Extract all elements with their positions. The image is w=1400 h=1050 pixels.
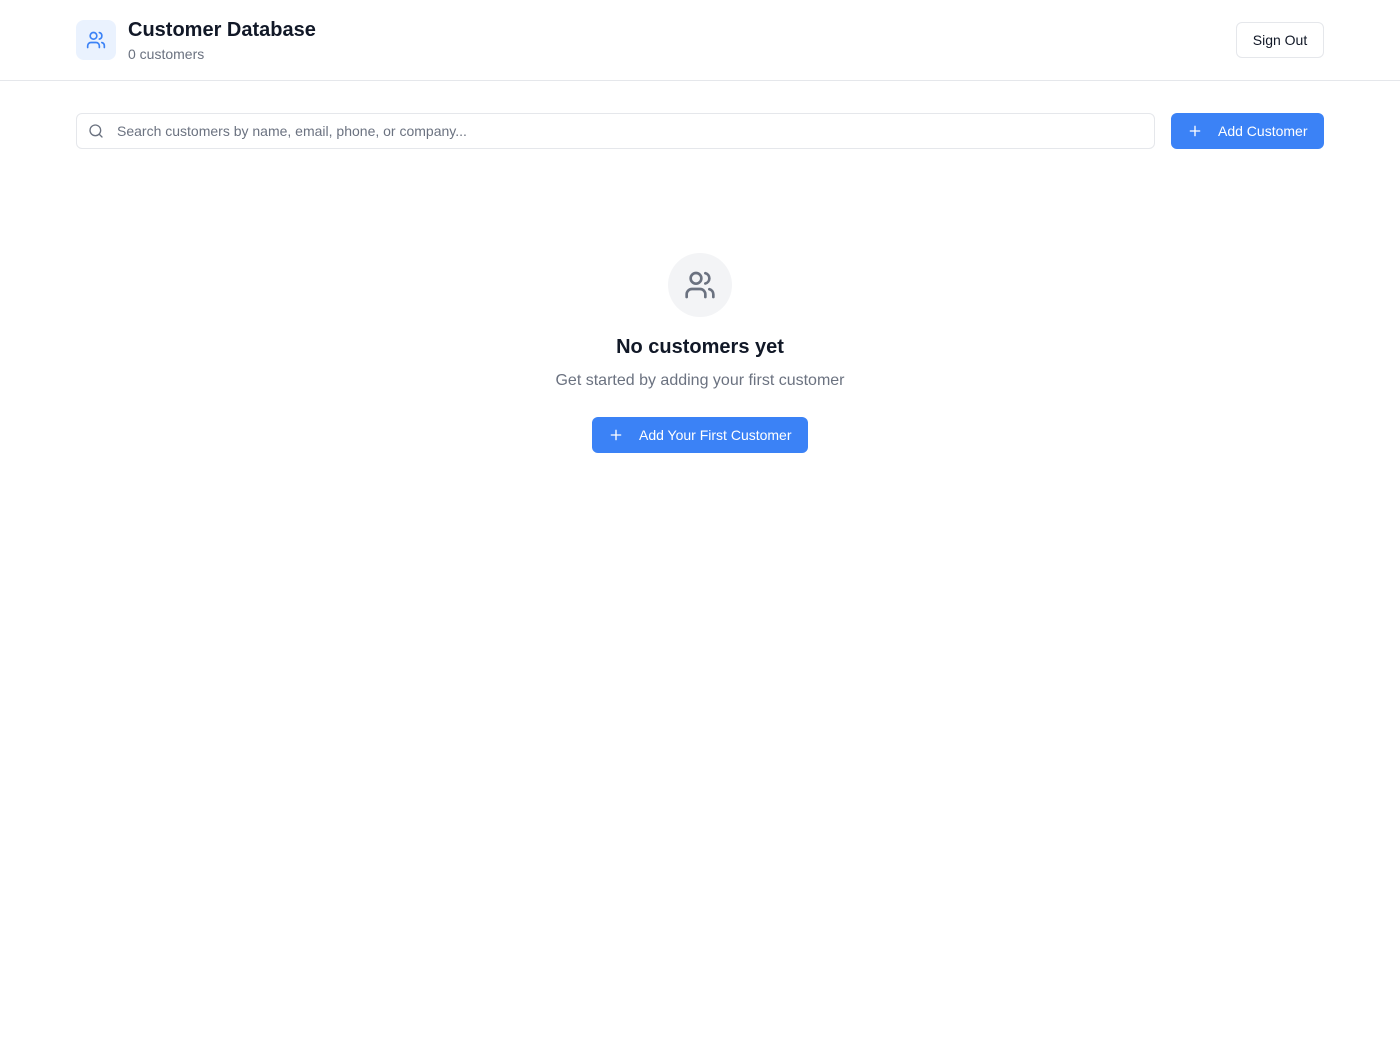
- plus-icon: [1187, 123, 1203, 139]
- app-header: Customer Database 0 customers Sign Out: [0, 0, 1400, 81]
- users-icon: [86, 30, 106, 50]
- add-first-customer-button[interactable]: Add Your First Customer: [592, 417, 808, 453]
- plus-icon: [608, 427, 624, 443]
- empty-state-title: No customers yet: [616, 336, 784, 358]
- add-customer-label: Add Customer: [1218, 123, 1308, 139]
- search-icon: [88, 123, 104, 139]
- add-customer-button[interactable]: Add Customer: [1171, 113, 1324, 149]
- app-logo: [76, 20, 116, 60]
- search-bar: [76, 113, 1155, 149]
- search-input[interactable]: [117, 114, 1147, 148]
- sign-out-button[interactable]: Sign Out: [1236, 22, 1324, 58]
- empty-state-icon-container: [668, 253, 732, 317]
- page-title: Customer Database: [128, 19, 316, 41]
- add-first-customer-label: Add Your First Customer: [639, 427, 792, 443]
- empty-state-description: Get started by adding your first custome…: [555, 372, 845, 389]
- customer-count: 0 customers: [128, 46, 205, 62]
- users-icon: [684, 269, 716, 301]
